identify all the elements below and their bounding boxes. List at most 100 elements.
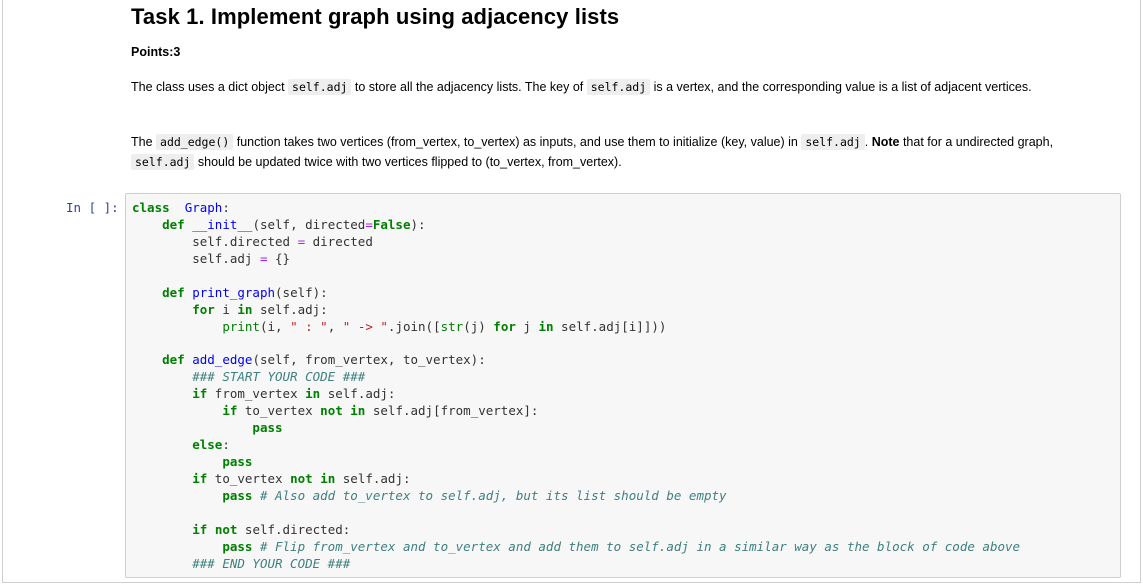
code-line: pass xyxy=(132,454,1020,471)
code-token-kw: not xyxy=(320,403,343,419)
code-token: j xyxy=(515,318,539,334)
inline-code: self.adj xyxy=(288,79,352,95)
code-line: self.adj = {} xyxy=(132,251,1020,268)
code-token: (self): xyxy=(275,284,328,300)
code-token-cm: # Flip from_vertex and to_vertex and add… xyxy=(259,538,1021,554)
code-token-fn: Graph xyxy=(184,200,223,215)
code-token-kw: pass xyxy=(222,454,253,470)
code-token: {} xyxy=(267,250,291,266)
code-token-kw: if xyxy=(192,386,208,402)
text: . xyxy=(864,135,872,149)
code-cell-editor[interactable]: class Graph: def __init__(self, directed… xyxy=(125,193,1121,578)
code-token-fn: __init__ xyxy=(192,216,253,232)
code-token-kw: for xyxy=(493,318,516,334)
code-token-kw: False xyxy=(372,216,411,232)
code-line: pass xyxy=(132,420,1020,437)
code-token-kw: in xyxy=(237,301,253,317)
code-token-kw: not xyxy=(290,471,313,486)
code-line: if from_vertex in self.adj: xyxy=(132,386,1020,403)
code-token: from_vertex xyxy=(207,386,306,402)
code-line: ### END YOUR CODE ### xyxy=(132,556,1020,573)
code-line: def __init__(self, directed=False): xyxy=(132,217,1020,234)
code-token-op: = xyxy=(297,233,306,249)
code-token: self.adj: xyxy=(335,471,411,486)
code-token-bi: print xyxy=(222,318,260,334)
code-token-cm: ### START YOUR CODE ### xyxy=(192,369,366,385)
text: should be updated twice with two vertice… xyxy=(194,155,622,169)
code-token-kw: if xyxy=(192,471,208,486)
points-label: Points:3 xyxy=(131,45,181,59)
code-token: to_vertex xyxy=(207,471,291,486)
code-token-kw: in xyxy=(538,318,554,334)
code-token: self.directed: xyxy=(237,521,351,537)
code-token: (self, from_vertex, to_vertex): xyxy=(252,352,486,368)
code-line: else: xyxy=(132,437,1020,454)
code-token-fn: add_edge xyxy=(192,352,253,368)
code-token: self.adj: xyxy=(252,301,328,317)
code-token-cm: # Also add to_vertex to self.adj, but it… xyxy=(259,487,727,503)
code-token-kw: class xyxy=(132,200,170,215)
code-token-str: " : " xyxy=(290,318,328,334)
code-line: for i in self.adj: xyxy=(132,302,1020,319)
code-token-cm: ### END YOUR CODE ### xyxy=(192,555,351,571)
code-token-kw: def xyxy=(162,216,185,232)
code-token-kw: pass xyxy=(222,538,253,554)
code-token: , xyxy=(327,318,343,334)
code-token-kw: if xyxy=(222,403,238,419)
text: function takes two vertices (from_vertex… xyxy=(233,135,802,149)
code-token: i xyxy=(214,301,238,317)
code-token-kw: def xyxy=(162,352,185,368)
inline-code: self.adj xyxy=(131,154,195,170)
code-token-kw: if xyxy=(192,521,208,537)
code-token: self.directed xyxy=(132,233,298,249)
cell-input-prompt: In [ ]: xyxy=(66,200,119,215)
code-token: : xyxy=(222,200,230,215)
task-title: Task 1. Implement graph using adjacency … xyxy=(131,4,620,29)
code-line: def print_graph(self): xyxy=(132,285,1020,302)
code-token-str: " -> " xyxy=(342,318,388,334)
code-token-kw: pass xyxy=(252,420,283,436)
code-token-kw: def xyxy=(162,284,185,300)
inline-code: self.adj xyxy=(586,79,651,95)
code-token: (j) xyxy=(463,318,494,334)
text: The xyxy=(131,135,157,149)
code-token-kw: in xyxy=(305,386,321,402)
code-token: directed xyxy=(305,233,373,249)
code-line: def add_edge(self, from_vertex, to_verte… xyxy=(132,352,1020,369)
code-line: self.directed = directed xyxy=(132,234,1020,251)
text: The class uses a dict object xyxy=(131,80,289,94)
inline-code: self.adj xyxy=(801,134,865,150)
code-line: class Graph: xyxy=(132,200,1020,217)
description-paragraph-1: The class uses a dict object self.adj to… xyxy=(131,77,1091,97)
code-token: self.adj: xyxy=(320,386,396,402)
code-token-kw: not xyxy=(214,521,238,537)
code-token: self.adj[i]])) xyxy=(553,318,667,334)
code-line: if to_vertex not in self.adj[from_vertex… xyxy=(132,403,1020,420)
code-token-kw: pass xyxy=(222,487,253,503)
code-line: pass # Flip from_vertex and to_vertex an… xyxy=(132,539,1020,556)
code-token: to_vertex xyxy=(237,403,321,419)
code-token-kw: in xyxy=(350,403,366,419)
code-token: .join([ xyxy=(387,318,441,334)
code-token: (i, xyxy=(259,318,291,334)
text: to store all the adjacency lists. The ke… xyxy=(351,80,587,94)
code-block[interactable]: class Graph: def __init__(self, directed… xyxy=(132,200,1020,573)
text: is a vertex, and the corresponding value… xyxy=(650,80,1032,94)
